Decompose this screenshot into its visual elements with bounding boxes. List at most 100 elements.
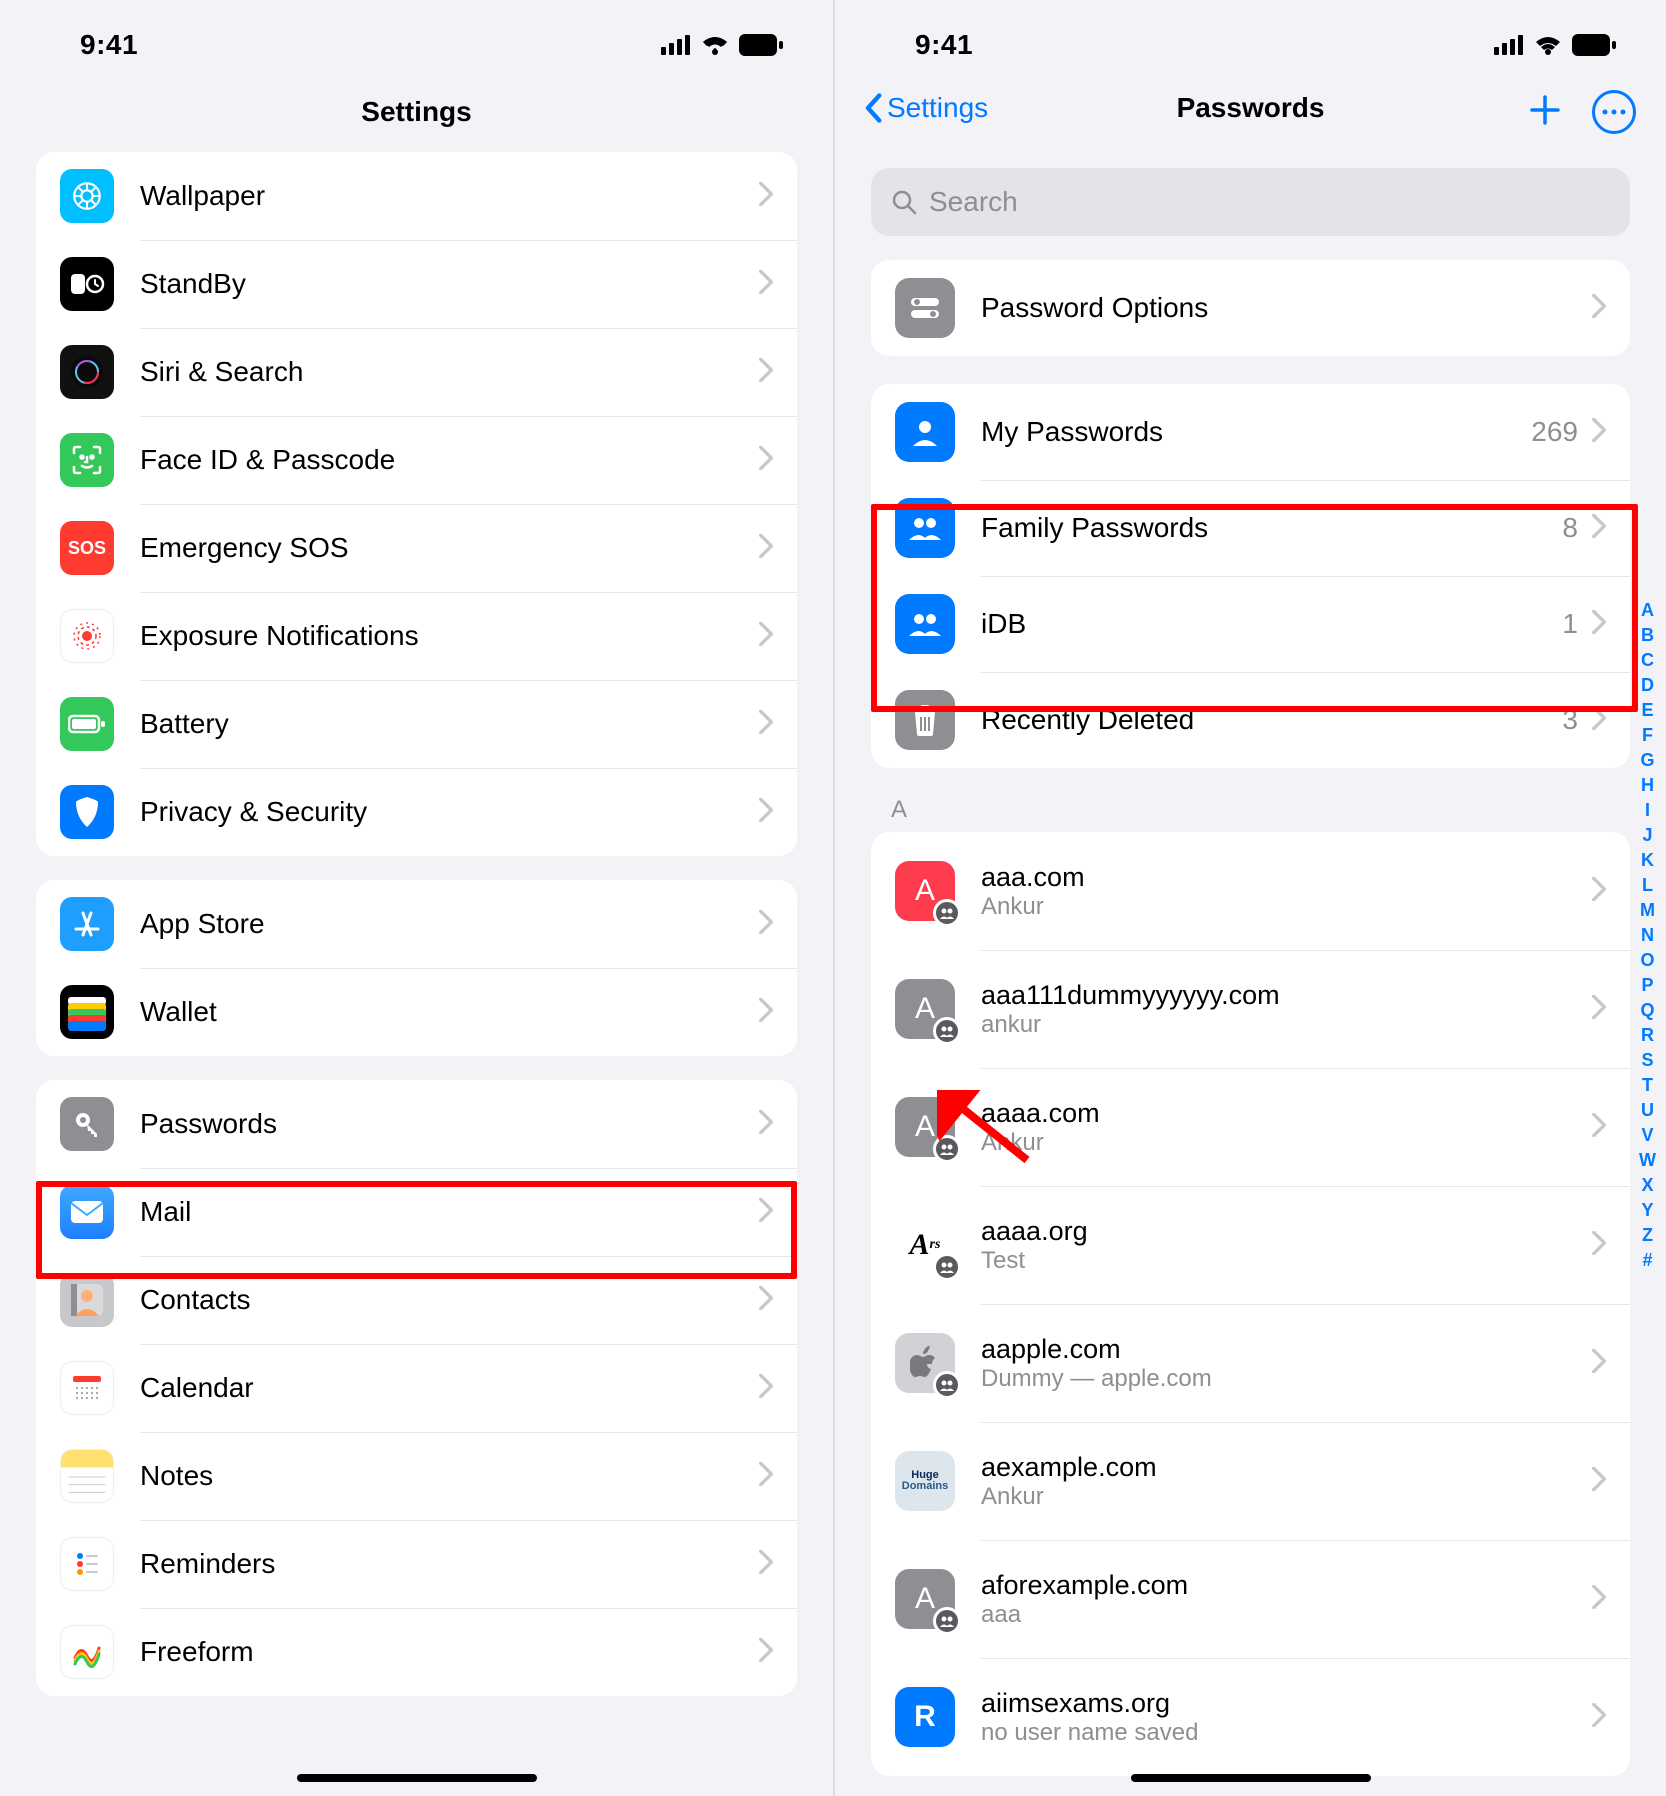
row-freeform[interactable]: Freeform	[36, 1608, 797, 1696]
calendar-icon	[60, 1361, 114, 1415]
status-time: 9:41	[80, 29, 138, 61]
section-index[interactable]: ABCDEFGHIJKLMNOPQRSTUVWXYZ#	[1639, 600, 1656, 1275]
row-notes[interactable]: Notes	[36, 1432, 797, 1520]
index-letter[interactable]: F	[1642, 725, 1653, 750]
entry-title: aforexample.com	[981, 1570, 1592, 1601]
password-entry[interactable]: A aaaa.com Ankur	[871, 1068, 1630, 1186]
chevron-right-icon	[1592, 1231, 1606, 1260]
row-reminders[interactable]: Reminders	[36, 1520, 797, 1608]
row-label: Siri & Search	[140, 356, 759, 388]
home-indicator[interactable]	[297, 1774, 537, 1782]
chevron-right-icon	[1592, 995, 1606, 1024]
chevron-right-icon	[759, 998, 773, 1027]
row-privacy[interactable]: Privacy & Security	[36, 768, 797, 856]
row-wallpaper[interactable]: Wallpaper	[36, 152, 797, 240]
index-letter[interactable]: U	[1641, 1100, 1654, 1125]
index-letter[interactable]: B	[1641, 625, 1654, 650]
entry-icon: A	[895, 1097, 955, 1157]
faceid-icon	[60, 433, 114, 487]
password-entry[interactable]: Ars aaaa.org Test	[871, 1186, 1630, 1304]
wallpaper-icon	[60, 169, 114, 223]
chevron-right-icon	[759, 446, 773, 475]
status-time: 9:41	[915, 29, 973, 61]
row-my-passwords[interactable]: My Passwords 269	[871, 384, 1630, 480]
index-letter[interactable]: Z	[1642, 1225, 1653, 1250]
row-standby[interactable]: StandBy	[36, 240, 797, 328]
row-label: Family Passwords	[981, 512, 1562, 544]
wifi-icon	[1534, 35, 1562, 55]
back-button[interactable]: Settings	[863, 92, 988, 124]
index-letter[interactable]: #	[1642, 1250, 1652, 1275]
index-letter[interactable]: O	[1640, 950, 1654, 975]
row-label: Wallpaper	[140, 180, 759, 212]
index-letter[interactable]: I	[1645, 800, 1650, 825]
index-letter[interactable]: S	[1641, 1050, 1653, 1075]
index-letter[interactable]: J	[1642, 825, 1652, 850]
row-appstore[interactable]: App Store	[36, 880, 797, 968]
row-mail[interactable]: Mail	[36, 1168, 797, 1256]
index-letter[interactable]: C	[1641, 650, 1654, 675]
index-letter[interactable]: T	[1642, 1075, 1653, 1100]
row-family-passwords[interactable]: Family Passwords 8	[871, 480, 1630, 576]
index-letter[interactable]: E	[1641, 700, 1653, 725]
row-siri[interactable]: Siri & Search	[36, 328, 797, 416]
row-emergency-sos[interactable]: SOS Emergency SOS	[36, 504, 797, 592]
row-label: Mail	[140, 1196, 759, 1228]
entry-icon: A	[895, 861, 955, 921]
row-exposure[interactable]: Exposure Notifications	[36, 592, 797, 680]
search-placeholder: Search	[929, 186, 1018, 218]
index-letter[interactable]: N	[1641, 925, 1654, 950]
row-idb[interactable]: iDB 1	[871, 576, 1630, 672]
index-letter[interactable]: V	[1641, 1125, 1653, 1150]
more-button[interactable]	[1592, 90, 1636, 134]
chevron-left-icon	[863, 93, 883, 123]
entry-subtitle: ankur	[981, 1011, 1592, 1039]
index-letter[interactable]: X	[1641, 1175, 1653, 1200]
password-entry[interactable]: HugeDomains aexample.com Ankur	[871, 1422, 1630, 1540]
row-label: Passwords	[140, 1108, 759, 1140]
row-faceid[interactable]: Face ID & Passcode	[36, 416, 797, 504]
password-entry[interactable]: A aaa111dummyyyyyy.com ankur	[871, 950, 1630, 1068]
index-letter[interactable]: L	[1642, 875, 1653, 900]
row-count: 3	[1562, 704, 1578, 736]
home-indicator[interactable]	[1131, 1774, 1371, 1782]
row-passwords[interactable]: Passwords	[36, 1080, 797, 1168]
password-entry[interactable]: R aiimsexams.org no user name saved	[871, 1658, 1630, 1776]
passwords-icon	[60, 1097, 114, 1151]
row-battery[interactable]: Battery	[36, 680, 797, 768]
row-password-options[interactable]: Password Options	[871, 260, 1630, 356]
index-letter[interactable]: Y	[1641, 1200, 1653, 1225]
password-entry[interactable]: A aforexample.com aaa	[871, 1540, 1630, 1658]
back-label: Settings	[887, 92, 988, 124]
index-letter[interactable]: K	[1641, 850, 1654, 875]
row-recently-deleted[interactable]: Recently Deleted 3	[871, 672, 1630, 768]
row-label: StandBy	[140, 268, 759, 300]
index-letter[interactable]: H	[1641, 775, 1654, 800]
entry-icon: R	[895, 1687, 955, 1747]
index-letter[interactable]: A	[1641, 600, 1654, 625]
password-entry[interactable]: aapple.com Dummy — apple.com	[871, 1304, 1630, 1422]
index-letter[interactable]: R	[1641, 1025, 1654, 1050]
entry-subtitle: Ankur	[981, 1129, 1592, 1157]
chevron-right-icon	[759, 1638, 773, 1667]
entry-icon: Ars	[895, 1215, 955, 1275]
freeform-icon	[60, 1625, 114, 1679]
row-contacts[interactable]: Contacts	[36, 1256, 797, 1344]
password-entry[interactable]: A aaa.com Ankur	[871, 832, 1630, 950]
index-letter[interactable]: G	[1640, 750, 1654, 775]
row-label: Battery	[140, 708, 759, 740]
entry-icon: A	[895, 1569, 955, 1629]
shared-badge-icon	[933, 1017, 961, 1045]
settings-group-2: App Store Wallet	[36, 880, 797, 1056]
index-letter[interactable]: W	[1639, 1150, 1656, 1175]
add-button[interactable]	[1528, 93, 1562, 132]
row-wallet[interactable]: Wallet	[36, 968, 797, 1056]
index-letter[interactable]: P	[1641, 975, 1653, 1000]
chevron-right-icon	[759, 798, 773, 827]
row-count: 1	[1562, 608, 1578, 640]
row-calendar[interactable]: Calendar	[36, 1344, 797, 1432]
search-field[interactable]: Search	[871, 168, 1630, 236]
index-letter[interactable]: D	[1641, 675, 1654, 700]
index-letter[interactable]: M	[1640, 900, 1655, 925]
index-letter[interactable]: Q	[1640, 1000, 1654, 1025]
